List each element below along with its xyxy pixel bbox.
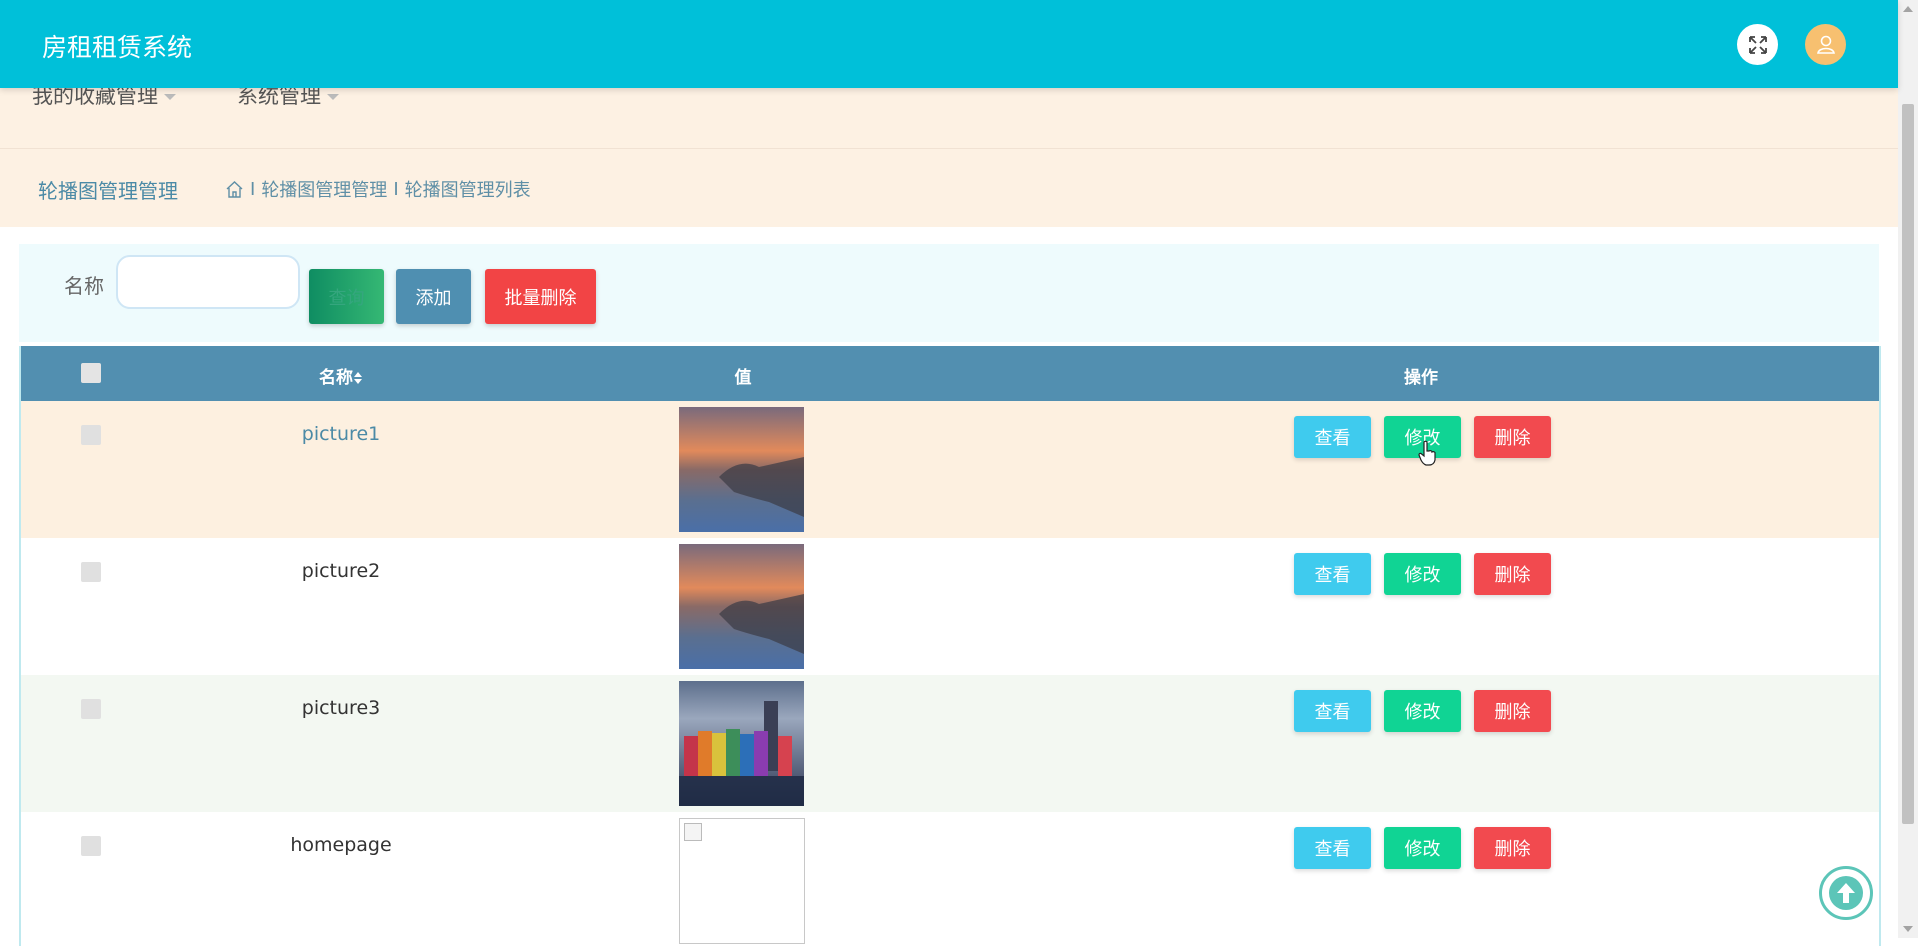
arrow-up-icon: [1829, 876, 1863, 910]
view-button[interactable]: 查看: [1294, 553, 1371, 595]
caret-down-icon: [164, 94, 176, 100]
scrollbar-thumb[interactable]: [1902, 104, 1914, 824]
caret-down-icon: [327, 94, 339, 100]
delete-button[interactable]: 删除: [1474, 827, 1551, 869]
table-row: homepage 查看 修改 删除: [21, 812, 1879, 949]
batch-delete-button[interactable]: 批量删除: [485, 269, 596, 324]
breadcrumb-separator: I: [250, 178, 256, 200]
user-avatar-button[interactable]: [1805, 24, 1846, 65]
table-header: 名称 值 操作: [21, 346, 1879, 401]
column-header-label: 名称: [319, 368, 353, 388]
column-header-value: 值: [734, 368, 752, 388]
column-header-actions: 操作: [1404, 368, 1438, 388]
edit-button[interactable]: 修改: [1384, 553, 1461, 595]
scroll-down-icon[interactable]: [1903, 926, 1913, 932]
delete-button[interactable]: 删除: [1474, 690, 1551, 732]
row-name: picture3: [301, 697, 381, 719]
edit-button[interactable]: 修改: [1384, 690, 1461, 732]
edit-button[interactable]: 修改: [1384, 827, 1461, 869]
delete-button[interactable]: 删除: [1474, 553, 1551, 595]
breadcrumb-bar: 轮播图管理管理 I 轮播图管理管理 I 轮播图管理列表: [0, 149, 1898, 227]
view-button[interactable]: 查看: [1294, 690, 1371, 732]
table-row: picture3 查看 修改 删除: [21, 675, 1879, 812]
delete-button[interactable]: 删除: [1474, 416, 1551, 458]
back-to-top-button[interactable]: [1819, 866, 1873, 920]
view-button[interactable]: 查看: [1294, 827, 1371, 869]
scroll-up-icon[interactable]: [1903, 6, 1913, 12]
hand-cursor-icon: [1418, 440, 1436, 466]
top-header: 房租租赁系统: [0, 0, 1898, 88]
user-icon: [1816, 35, 1835, 54]
row-image-thumbnail: [679, 681, 804, 806]
search-panel: 名称 查询 添加 批量删除: [19, 244, 1879, 342]
row-image-thumbnail: [679, 407, 804, 532]
table-row: picture2 查看 修改 删除: [21, 538, 1879, 675]
sort-icon[interactable]: [353, 371, 363, 385]
breadcrumb-item[interactable]: 轮播图管理管理: [261, 176, 387, 202]
home-icon[interactable]: [225, 180, 244, 199]
page-title: 轮播图管理管理: [38, 179, 178, 203]
broken-image: [679, 818, 805, 944]
select-all-checkbox[interactable]: [81, 363, 101, 383]
search-name-input[interactable]: [116, 255, 300, 309]
expand-icon: [1748, 35, 1767, 54]
breadcrumb-separator: I: [393, 178, 399, 200]
table-row: picture1 查看 修改 删除: [21, 401, 1879, 538]
app-title: 房租租赁系统: [42, 33, 193, 62]
breadcrumb: I 轮播图管理管理 I 轮播图管理列表: [225, 176, 531, 202]
row-checkbox[interactable]: [81, 425, 101, 445]
data-table: 名称 值 操作 picture1 查看 修改 删除 picture2 查看 修改…: [19, 346, 1881, 949]
add-button[interactable]: 添加: [396, 269, 471, 324]
fullscreen-button[interactable]: [1737, 24, 1778, 65]
search-name-label: 名称: [64, 274, 104, 298]
row-name: picture1: [301, 423, 381, 445]
row-name: homepage: [290, 834, 392, 856]
row-checkbox[interactable]: [81, 836, 101, 856]
breadcrumb-item: 轮播图管理列表: [404, 180, 531, 201]
row-name: picture2: [301, 560, 381, 582]
broken-image-icon: [684, 823, 702, 841]
row-checkbox[interactable]: [81, 562, 101, 582]
row-checkbox[interactable]: [81, 699, 101, 719]
query-button[interactable]: 查询: [309, 269, 384, 324]
vertical-scrollbar[interactable]: [1898, 0, 1918, 938]
column-header-name[interactable]: 名称: [319, 363, 363, 388]
row-image-thumbnail: [679, 544, 804, 669]
view-button[interactable]: 查看: [1294, 416, 1371, 458]
